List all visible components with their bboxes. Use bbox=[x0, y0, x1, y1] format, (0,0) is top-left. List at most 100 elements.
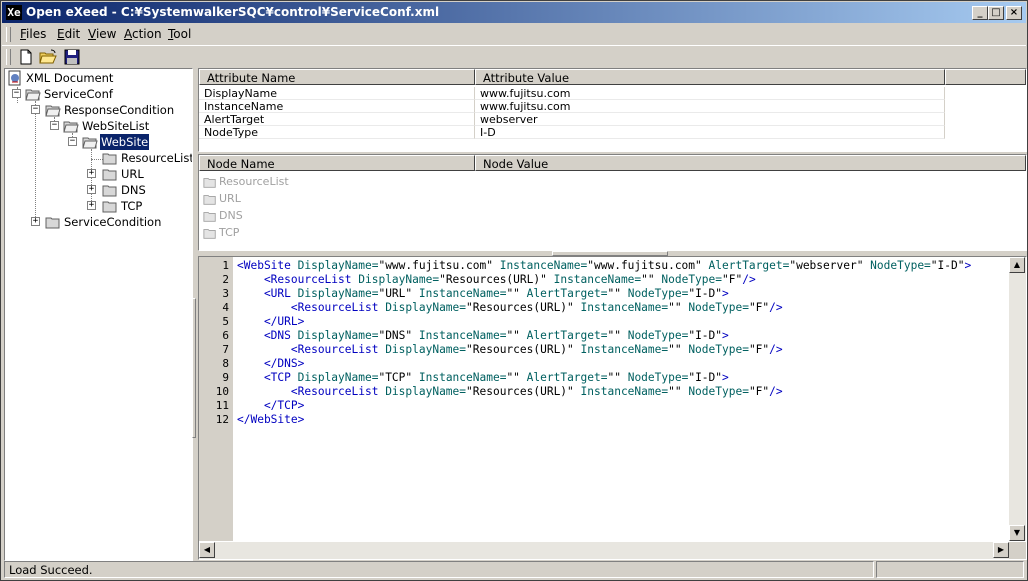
xml-attribute-token: NodeType= bbox=[627, 371, 689, 384]
tree-node-label: URL bbox=[121, 167, 144, 181]
tree-expander-dns[interactable]: + bbox=[87, 185, 96, 194]
column-header-attribute-name[interactable]: Attribute Name bbox=[199, 69, 475, 85]
code-line[interactable]: <TCP DisplayName="TCP" InstanceName="" A… bbox=[237, 371, 729, 385]
attribute-value-cell[interactable]: webserver bbox=[475, 113, 945, 126]
menu-tool[interactable]: Tool bbox=[168, 27, 191, 41]
xml-value-token: "I-D" bbox=[688, 371, 723, 384]
tree-expander-websitelist[interactable]: − bbox=[50, 121, 59, 130]
xml-value-token: "DNS" bbox=[378, 329, 419, 342]
folder-open-icon bbox=[63, 118, 79, 134]
scroll-right-button[interactable]: ▶ bbox=[993, 542, 1009, 558]
node-grid[interactable]: Node Name Node Value ResourceList URL DN… bbox=[198, 154, 1027, 251]
code-line[interactable]: <ResourceList DisplayName="Resources(URL… bbox=[237, 273, 756, 287]
xml-value-token: "" bbox=[668, 385, 689, 398]
attribute-name-cell[interactable]: NodeType bbox=[199, 126, 475, 139]
menu-view-rest: iew bbox=[95, 27, 117, 41]
scroll-up-button[interactable]: ▲ bbox=[1009, 257, 1025, 273]
menu-edit[interactable]: Edit bbox=[57, 27, 80, 41]
title-bar[interactable]: Xe Open eXeed - C:¥SystemwalkerSQC¥contr… bbox=[2, 2, 1026, 23]
folder-icon bbox=[45, 214, 61, 230]
attribute-name-cell[interactable]: DisplayName bbox=[199, 87, 475, 100]
column-header-node-name[interactable]: Node Name bbox=[199, 155, 475, 171]
folder-icon bbox=[102, 166, 118, 182]
close-button[interactable]: × bbox=[1006, 6, 1022, 20]
vertical-splitter[interactable] bbox=[192, 68, 197, 559]
xml-value-token: "www.fujitsu.com" bbox=[587, 259, 709, 272]
vertical-scrollbar[interactable]: ▲ ▼ bbox=[1009, 257, 1026, 541]
save-icon bbox=[64, 49, 80, 65]
xml-value-token: "I-D" bbox=[688, 287, 723, 300]
tree-expander-servicecondition[interactable]: + bbox=[31, 217, 40, 226]
attribute-value-cell[interactable]: www.fujitsu.com bbox=[475, 87, 945, 100]
code-area[interactable]: <WebSite DisplayName="www.fujitsu.com" I… bbox=[235, 257, 1007, 541]
xml-value-token: "" bbox=[668, 343, 689, 356]
xml-value-token: "Resources(URL)" bbox=[439, 273, 554, 286]
xml-value-token: "Resources(URL)" bbox=[466, 301, 581, 314]
xml-tag-token: > bbox=[722, 287, 729, 300]
xml-value-token: "www.fujitsu.com" bbox=[378, 259, 500, 272]
attribute-grid[interactable]: Attribute Name Attribute Value DisplayNa… bbox=[198, 68, 1027, 152]
node-item-label: ResourceList bbox=[219, 175, 289, 188]
toolbar-grip[interactable] bbox=[6, 49, 11, 65]
column-header-attribute-value[interactable]: Attribute Value bbox=[475, 69, 945, 85]
line-number: 12 bbox=[215, 413, 229, 426]
xml-source-editor[interactable]: 1 2 3 4 5 6 7 8 9 10 11 12 <WebSite Disp… bbox=[198, 256, 1027, 560]
xml-attribute-token: AlertTarget= bbox=[708, 259, 790, 272]
new-file-button[interactable] bbox=[16, 48, 36, 66]
tree-connector bbox=[91, 149, 92, 207]
xml-attribute-token: DisplayName= bbox=[297, 259, 379, 272]
code-line[interactable]: <URL DisplayName="URL" InstanceName="" A… bbox=[237, 287, 729, 301]
attribute-row[interactable]: AlertTarget webserver bbox=[199, 113, 1026, 126]
line-number: 9 bbox=[222, 371, 229, 384]
app-icon[interactable]: Xe bbox=[6, 5, 22, 20]
folder-icon bbox=[102, 198, 118, 214]
folder-icon bbox=[203, 192, 217, 206]
attribute-name-cell[interactable]: InstanceName bbox=[199, 100, 475, 113]
attribute-value-cell[interactable]: www.fujitsu.com bbox=[475, 100, 945, 113]
open-file-button[interactable] bbox=[38, 48, 58, 66]
attribute-name-cell[interactable]: AlertTarget bbox=[199, 113, 475, 126]
attribute-value-cell[interactable]: I-D bbox=[475, 126, 945, 139]
attribute-row[interactable]: DisplayName www.fujitsu.com bbox=[199, 87, 1026, 100]
menu-action[interactable]: Action bbox=[124, 27, 162, 41]
code-line[interactable]: </TCP> bbox=[237, 399, 304, 413]
menu-grip[interactable] bbox=[6, 27, 11, 42]
horizontal-scrollbar[interactable]: ◀ ▶ bbox=[199, 542, 1009, 559]
xml-value-token: "Resources(URL)" bbox=[466, 385, 581, 398]
attribute-row[interactable]: NodeType I-D bbox=[199, 126, 1026, 139]
xml-value-token: "" bbox=[506, 287, 527, 300]
xml-tag-token: <TCP bbox=[237, 371, 298, 384]
line-number: 10 bbox=[215, 385, 229, 398]
tree-expander-url[interactable]: + bbox=[87, 169, 96, 178]
menu-files[interactable]: Files bbox=[20, 27, 46, 41]
tree-expander-website[interactable]: − bbox=[68, 137, 77, 146]
save-button[interactable] bbox=[62, 48, 82, 66]
maximize-button[interactable]: □ bbox=[988, 6, 1004, 20]
column-header-node-value[interactable]: Node Value bbox=[475, 155, 1026, 171]
tree-expander-tcp[interactable]: + bbox=[87, 201, 96, 210]
tree-expander-responsecondition[interactable]: − bbox=[31, 105, 40, 114]
code-line[interactable]: <DNS DisplayName="DNS" InstanceName="" A… bbox=[237, 329, 729, 343]
xml-attribute-token: InstanceName= bbox=[580, 385, 669, 398]
code-line[interactable]: </DNS> bbox=[237, 357, 304, 371]
status-panel-empty bbox=[876, 561, 1024, 578]
column-header-blank[interactable] bbox=[945, 69, 1026, 85]
attribute-row[interactable]: InstanceName www.fujitsu.com bbox=[199, 100, 1026, 113]
tree-node-label: ServiceCondition bbox=[64, 215, 162, 229]
attribute-grid-header: Attribute Name Attribute Value bbox=[199, 69, 1026, 85]
code-line[interactable]: <ResourceList DisplayName="Resources(URL… bbox=[237, 343, 783, 357]
code-line[interactable]: <WebSite DisplayName="www.fujitsu.com" I… bbox=[237, 259, 971, 273]
splitter-handle[interactable] bbox=[192, 298, 196, 438]
xml-value-token: "" bbox=[607, 371, 628, 384]
code-line[interactable]: <ResourceList DisplayName="Resources(URL… bbox=[237, 385, 783, 399]
line-number: 2 bbox=[222, 273, 229, 286]
menu-view[interactable]: View bbox=[88, 27, 116, 41]
xml-tree-panel[interactable]: XML Document − ServiceConf − ResponseCon… bbox=[4, 68, 193, 561]
code-line[interactable]: </WebSite> bbox=[237, 413, 304, 427]
tree-expander-serviceconf[interactable]: − bbox=[12, 89, 21, 98]
scroll-left-button[interactable]: ◀ bbox=[199, 542, 215, 558]
scroll-down-button[interactable]: ▼ bbox=[1009, 525, 1025, 541]
code-line[interactable]: </URL> bbox=[237, 315, 304, 329]
minimize-button[interactable]: _ bbox=[972, 6, 988, 20]
code-line[interactable]: <ResourceList DisplayName="Resources(URL… bbox=[237, 301, 783, 315]
